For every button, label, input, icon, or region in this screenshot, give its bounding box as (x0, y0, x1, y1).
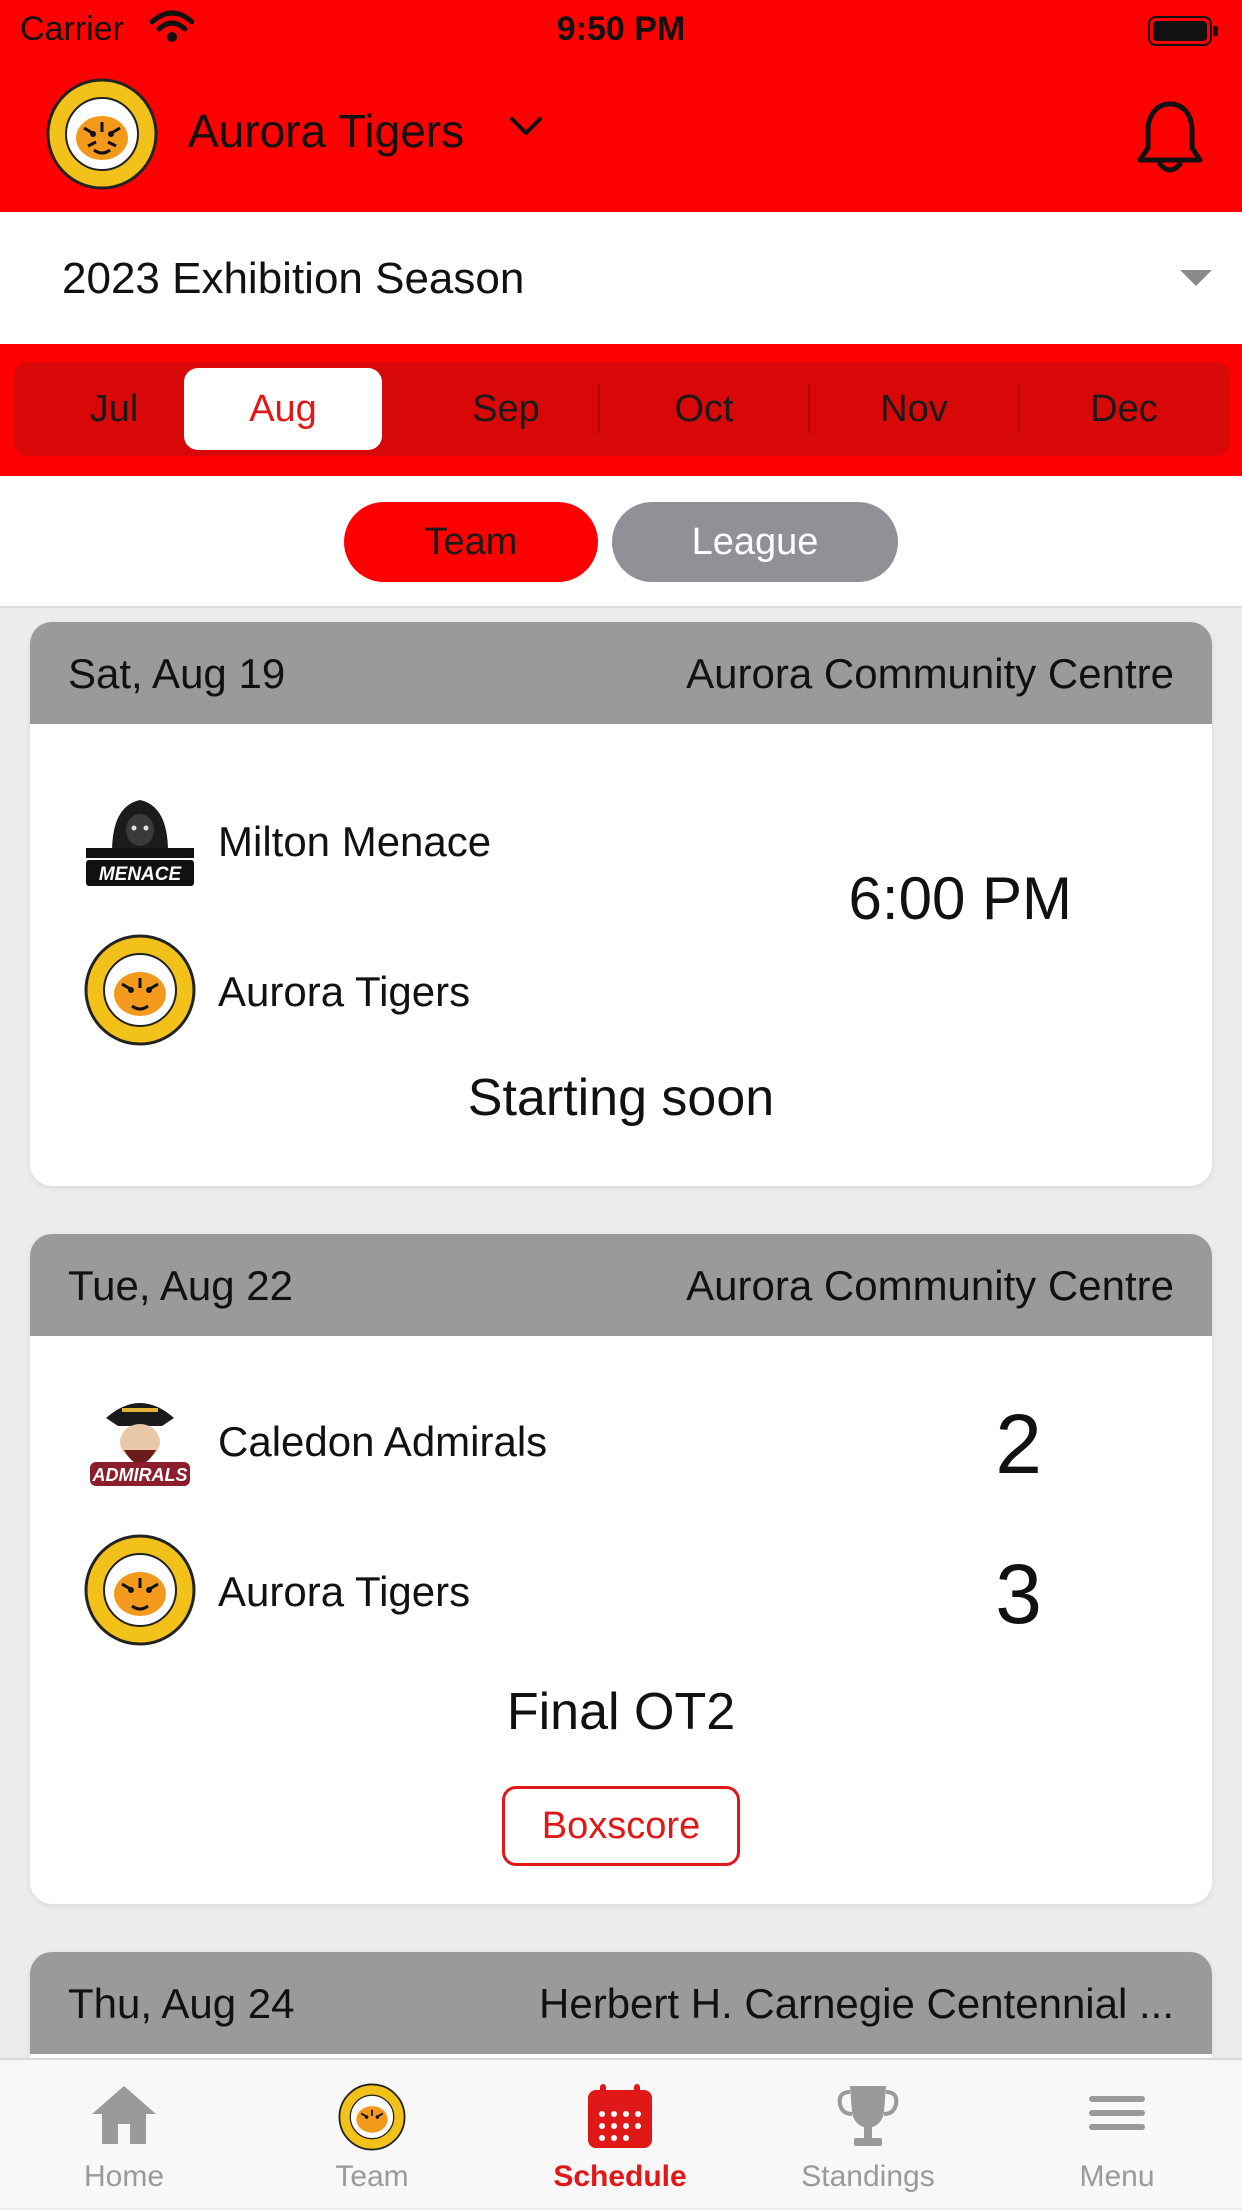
trophy-icon (744, 2082, 992, 2154)
game-venue: Aurora Community Centre (686, 1262, 1174, 1309)
hamburger-menu-icon (992, 2082, 1242, 2154)
aurora-tigers-logo (82, 932, 198, 1048)
game-status: Starting soon (467, 1069, 775, 1127)
home-team-row: Aurora Tigers 3 (30, 1532, 1212, 1652)
tab-label: Menu (1079, 2160, 1155, 2193)
team-logo-icon (248, 2082, 496, 2154)
app-header: Aurora Tigers (0, 62, 1242, 212)
month-segmented-control: Jul Aug Sep Oct Nov Dec (14, 362, 1230, 456)
month-divider (1018, 384, 1020, 434)
season-label: 2023 Exhibition Season (62, 254, 525, 303)
boxscore-button[interactable]: Boxscore (502, 1786, 740, 1866)
aurora-tigers-logo[interactable] (44, 76, 160, 192)
tab-home[interactable]: Home (0, 2060, 248, 2210)
svg-text:MENACE: MENACE (99, 864, 183, 885)
game-status: Final OT2 (506, 1683, 736, 1741)
chevron-down-icon[interactable] (508, 114, 544, 143)
team-selector-title[interactable]: Aurora Tigers (188, 104, 464, 158)
scope-toggle: Team League (0, 476, 1242, 608)
game-date: Tue, Aug 22 (68, 1262, 293, 1309)
away-team-row: ADMIRALS Caledon Admirals 2 (30, 1382, 1212, 1502)
game-date: Sat, Aug 19 (68, 650, 286, 697)
clock: 9:50 PM (556, 10, 686, 48)
game-venue: Herbert H. Carnegie Centennial ... (539, 1980, 1174, 2027)
tab-label: Schedule (553, 2160, 687, 2193)
game-card-header: Sat, Aug 19 Aurora Community Centre (30, 622, 1212, 724)
status-bar: Carrier 9:50 PM (0, 0, 1242, 62)
month-tab-nov[interactable]: Nov (814, 362, 1014, 456)
aurora-tigers-logo (82, 1532, 198, 1648)
game-card[interactable]: Tue, Aug 22 Aurora Community Centre ADMI… (30, 1234, 1212, 1904)
month-divider (808, 384, 810, 434)
tab-label: Home (83, 2160, 165, 2193)
tab-schedule[interactable]: Schedule (496, 2060, 744, 2210)
month-tab-oct[interactable]: Oct (604, 362, 804, 456)
away-team-name: Caledon Admirals (218, 1418, 548, 1465)
month-tab-sep[interactable]: Sep (406, 362, 606, 456)
game-start-time: 6:00 PM (848, 865, 1072, 932)
month-tab-dec[interactable]: Dec (1024, 362, 1224, 456)
tab-menu[interactable]: Menu (992, 2060, 1242, 2210)
tab-label: Standings (801, 2160, 935, 2193)
svg-text:ADMIRALS: ADMIRALS (92, 1465, 188, 1485)
away-team-score: 2 (995, 1397, 1042, 1491)
month-tab-aug[interactable]: Aug (184, 368, 382, 450)
tab-team[interactable]: Team (248, 2060, 496, 2210)
home-team-name: Aurora Tigers (218, 1568, 471, 1615)
bottom-tab-bar: Home Team Schedule Standings Menu (0, 2058, 1242, 2208)
league-scope-button[interactable]: League (612, 502, 898, 582)
game-card[interactable]: Sat, Aug 19 Aurora Community Centre MENA… (30, 622, 1212, 1186)
away-team-name: Milton Menace (218, 818, 492, 865)
tab-standings[interactable]: Standings (744, 2060, 992, 2210)
milton-menace-logo: MENACE (82, 782, 198, 898)
tab-label: Team (335, 2160, 409, 2193)
battery-icon (1148, 16, 1220, 51)
home-team-row: Aurora Tigers (30, 932, 1212, 1052)
game-card-header: Thu, Aug 24 Herbert H. Carnegie Centenni… (30, 1952, 1212, 2054)
caledon-admirals-logo: ADMIRALS (82, 1382, 198, 1498)
calendar-icon (496, 2082, 744, 2154)
game-date: Thu, Aug 24 (68, 1980, 295, 2027)
team-scope-button[interactable]: Team (344, 502, 598, 582)
home-team-name: Aurora Tigers (218, 968, 471, 1015)
home-icon (0, 2082, 248, 2154)
month-tabs-bar: Jul Aug Sep Oct Nov Dec (0, 344, 1242, 476)
month-divider (598, 384, 600, 434)
season-selector[interactable]: 2023 Exhibition Season (0, 212, 1242, 344)
home-team-score: 3 (995, 1547, 1042, 1641)
bell-icon[interactable] (1136, 98, 1204, 181)
dropdown-caret-icon (1180, 270, 1212, 286)
game-venue: Aurora Community Centre (686, 650, 1174, 697)
game-card-header: Tue, Aug 22 Aurora Community Centre (30, 1234, 1212, 1336)
